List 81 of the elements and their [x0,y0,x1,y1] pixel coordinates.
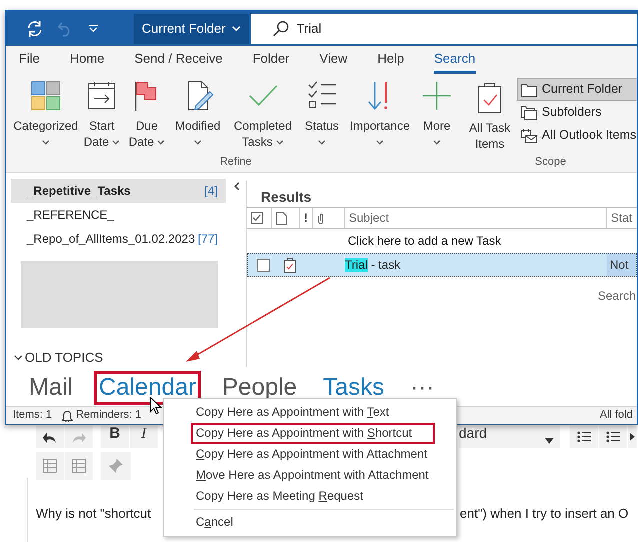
column-header[interactable]: ! [304,209,308,227]
list-button[interactable] [599,426,627,448]
clipboard-check-icon [477,82,503,114]
triangle-icon [630,431,635,443]
undo-icon [58,20,72,36]
folder-group-header[interactable]: OLD TOPICS [14,348,246,367]
paperclip-icon [317,212,325,224]
table-icon [72,459,86,473]
search-hint: Search [598,288,637,305]
search-field[interactable]: Trial [250,14,637,44]
bullet-list-icon [606,431,620,443]
ribbon-tab[interactable]: Folder [252,48,290,74]
ribbon-button[interactable]: Modified [169,80,227,150]
group-label: Refine [220,154,252,170]
task-icon [284,258,296,272]
folder-item[interactable]: _REFERENCE_ [11,203,226,227]
menu-item[interactable]: Copy Here as Appointment with Attachment [164,444,456,465]
ribbon-button[interactable]: Completed Tasks [227,80,299,150]
collapse-button[interactable] [234,180,240,192]
menu-item[interactable]: Copy Here as Meeting Request [164,486,456,507]
calendar-envelope-icon [521,128,538,144]
nav-item[interactable]: Mail [24,370,78,404]
ribbon-tab[interactable]: Help [378,48,404,74]
ribbon-tab[interactable]: File [19,48,40,74]
ribbon-tab[interactable]: View [320,48,348,74]
scope-option[interactable]: Current Folder [517,78,637,101]
group-label: Scope [535,154,566,170]
chevron-down-icon [232,26,241,32]
folder-item[interactable]: _Repo_of_AllItems_01.02.2023 [77] [11,227,226,251]
ribbon-button[interactable]: All Task Items [465,82,515,152]
search-icon [272,20,289,36]
column-header[interactable]: Subject [349,209,390,227]
scope-option[interactable]: All Outlook Items [517,124,637,147]
undo-button[interactable] [36,426,64,448]
ribbon-button[interactable]: Start Date [79,80,125,150]
list-button[interactable] [628,426,637,448]
menu-item[interactable]: Copy Here as Appointment with Text [164,402,456,423]
status-text: Items: 1 [13,408,52,424]
list-button[interactable] [570,426,598,448]
document-icon [276,212,287,224]
checkbox-header-icon [251,212,263,224]
body-text: ent") when I try to insert an O [460,505,629,523]
new-task-prompt[interactable]: Click here to add a new Task [247,229,637,253]
subject-cell-text: Trial - task [345,257,402,274]
sync-icon [26,20,44,38]
table-icon [43,459,57,473]
ribbon-button[interactable]: More [415,80,459,150]
bell-icon [62,410,74,422]
format-button[interactable]: B [101,426,129,448]
results-title: Results [261,188,313,207]
status-cell: Not [607,254,636,276]
calendar-arrow-icon [86,80,118,112]
task-checkbox[interactable] [256,258,270,272]
folder-icon [521,82,538,98]
status-text: All fold [600,408,633,424]
categories-icon [30,80,62,112]
dropdown-icon [88,25,98,32]
redo-icon [72,432,86,444]
menu-item[interactable]: Copy Here as Appointment with Shortcut [191,423,435,444]
status-text: Reminders: 1 [76,408,142,424]
menu-item[interactable]: Move Here as Appointment with Attachment [164,465,456,486]
ribbon-tab[interactable]: Home [70,48,105,74]
ribbon-button[interactable]: Importance [345,80,415,150]
ribbon-button[interactable]: Due Date [125,80,169,150]
folders-icon [521,104,538,120]
folder-item[interactable]: _Repetitive_Tasks [4] [11,179,226,203]
style-dropdown[interactable]: dard [459,426,560,448]
column-header[interactable]: Stat [611,209,632,227]
plus-icon [421,80,453,112]
format-button[interactable]: I [130,426,158,448]
scope-dropdown[interactable]: Current Folder [134,14,249,44]
scope-option[interactable]: Subfolders [517,101,637,124]
dropdown-arrow-icon [545,438,554,444]
ribbon-button[interactable]: Categorized [13,80,79,150]
task-row[interactable]: Trial - task Not [247,253,637,277]
undo-icon [43,432,57,444]
menu-item[interactable]: Cancel [164,512,456,533]
body-text: Why is not "shortcut [36,505,152,523]
chevron-left-icon [234,182,240,190]
ribbon-tab[interactable]: Send / Receive [134,48,223,74]
ribbon-button[interactable]: Status [299,80,345,150]
